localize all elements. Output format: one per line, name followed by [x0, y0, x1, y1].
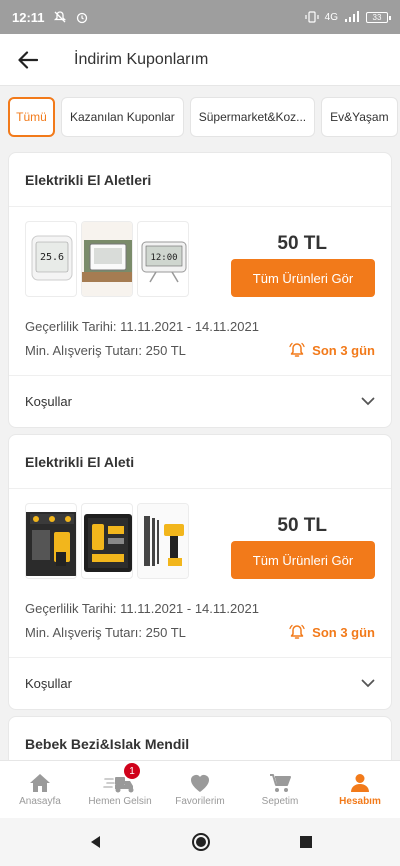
validity-row: Geçerlilik Tarihi: 11.11.2021 - 14.11.20… — [25, 319, 259, 334]
notification-badge: 1 — [124, 763, 140, 779]
coupon-category: Elektrikli El Aletleri — [9, 153, 391, 207]
days-left-text: Son 3 gün — [312, 342, 375, 358]
heart-icon — [191, 774, 209, 792]
validity-value: 11.11.2021 - 14.11.2021 — [120, 601, 259, 616]
conditions-toggle[interactable]: Koşullar — [9, 375, 391, 427]
coupon-card: Bebek Bezi&Islak Mendil — [8, 716, 392, 760]
coupon-category: Elektrikli El Aleti — [9, 435, 391, 489]
tab-home-living[interactable]: Ev&Yaşam — [321, 97, 398, 137]
coupon-amount: 50 TL — [277, 233, 327, 254]
days-left-badge: Son 3 gün — [288, 341, 375, 359]
nav-home[interactable]: Anasayfa — [0, 761, 80, 818]
conditions-label: Koşullar — [25, 676, 72, 691]
conditions-label: Koşullar — [25, 394, 72, 409]
tab-earned-coupons[interactable]: Kazanılan Kuponlar — [61, 97, 184, 137]
cart-icon — [270, 773, 291, 792]
home-icon — [30, 773, 50, 792]
tab-all[interactable]: Tümü — [8, 97, 55, 137]
validity-value: 11.11.2021 - 14.11.2021 — [120, 319, 259, 334]
network-type: 4G — [324, 11, 338, 23]
app-header: İndirim Kuponlarım — [0, 34, 400, 86]
coupon-card: Elektrikli El Aletleri 25.6 12:00 50 TL … — [8, 152, 392, 428]
min-spend-value: 250 TL — [145, 625, 186, 640]
view-all-products-button[interactable]: Tüm Ürünleri Gör — [231, 541, 375, 579]
product-thumbnail[interactable]: 25.6 — [25, 221, 77, 297]
days-left-badge: Son 3 gün — [288, 623, 375, 641]
conditions-toggle[interactable]: Koşullar — [9, 657, 391, 709]
vibrate-icon — [305, 11, 319, 23]
user-icon — [351, 773, 369, 792]
product-thumbnail[interactable] — [25, 503, 77, 579]
nav-favorites[interactable]: Favorilerim — [160, 761, 240, 818]
coupon-category: Bebek Bezi&Islak Mendil — [25, 736, 190, 752]
nav-label: Hemen Gelsin — [88, 795, 152, 807]
filter-tabs: Tümü Kazanılan Kuponlar Süpermarket&Koz.… — [0, 86, 400, 148]
system-nav-bar — [0, 818, 400, 866]
status-bar: 12:11 4G 33 — [0, 0, 400, 34]
recents-square-icon[interactable] — [299, 835, 313, 849]
product-thumbnail[interactable] — [81, 503, 133, 579]
nav-label: Hesabım — [339, 795, 381, 807]
home-circle-icon[interactable] — [191, 832, 211, 852]
tab-supermarket[interactable]: Süpermarket&Koz... — [189, 97, 316, 137]
product-thumbnail[interactable]: 12:00 — [137, 221, 189, 297]
min-spend-row: Min. Alışveriş Tutarı: 250 TL — [25, 625, 186, 640]
nav-instant-delivery[interactable]: 1 Hemen Gelsin — [80, 761, 160, 818]
coupon-list: Elektrikli El Aletleri 25.6 12:00 50 TL … — [0, 148, 400, 760]
product-thumbnail[interactable] — [137, 503, 189, 579]
chevron-down-icon — [361, 397, 375, 406]
battery-icon: 33 — [366, 11, 391, 23]
coupon-card: Elektrikli El Aleti 50 TL Tüm Ürünleri G… — [8, 434, 392, 710]
min-spend-label: Min. Alışveriş Tutarı: — [25, 625, 143, 640]
bell-alarm-icon — [289, 624, 305, 639]
nav-label: Anasayfa — [19, 795, 61, 807]
nav-cart[interactable]: Sepetim — [240, 761, 320, 818]
validity-row: Geçerlilik Tarihi: 11.11.2021 - 14.11.20… — [25, 601, 259, 616]
back-button[interactable] — [0, 34, 56, 86]
nav-label: Favorilerim — [175, 795, 225, 807]
coupon-amount: 50 TL — [277, 515, 327, 536]
dnd-off-icon — [53, 11, 66, 23]
clock-readout: 12:00 — [150, 253, 177, 263]
view-all-products-button[interactable]: Tüm Ürünleri Gör — [231, 259, 375, 297]
signal-icon — [345, 11, 359, 22]
alarm-icon — [76, 12, 87, 24]
min-spend-value: 250 TL — [145, 343, 186, 358]
nav-label: Sepetim — [261, 795, 299, 807]
chevron-down-icon — [361, 679, 375, 688]
page-title: İndirim Kuponlarım — [74, 50, 209, 68]
battery-level: 33 — [372, 12, 382, 22]
product-thumbnails: 25.6 12:00 — [25, 221, 189, 297]
product-thumbnail[interactable] — [81, 221, 133, 297]
validity-label: Geçerlilik Tarihi: — [25, 601, 117, 616]
validity-label: Geçerlilik Tarihi: — [25, 319, 117, 334]
product-thumbnails — [25, 503, 189, 579]
days-left-text: Son 3 gün — [312, 624, 375, 640]
back-triangle-icon[interactable] — [88, 834, 104, 850]
thermometer-readout: 25.6 — [40, 252, 64, 263]
nav-account[interactable]: Hesabım — [320, 761, 400, 818]
min-spend-row: Min. Alışveriş Tutarı: 250 TL — [25, 343, 186, 358]
bell-alarm-icon — [289, 342, 305, 357]
bottom-nav: Anasayfa 1 Hemen Gelsin Favorilerim Sepe… — [0, 760, 400, 818]
min-spend-label: Min. Alışveriş Tutarı: — [25, 343, 143, 358]
arrow-left-icon — [18, 50, 38, 69]
status-time: 12:11 — [12, 9, 45, 25]
